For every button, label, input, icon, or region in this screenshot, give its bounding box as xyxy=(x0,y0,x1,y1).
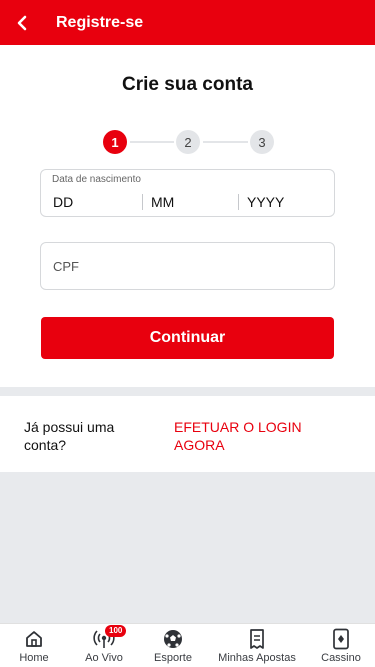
nav-label: Home xyxy=(19,652,49,664)
casino-card-icon xyxy=(332,628,350,650)
login-prompt: Já possui uma conta? EFETUAR O LOGIN AGO… xyxy=(0,396,375,472)
nav-label: Cassino xyxy=(321,652,361,664)
nav-label: Ao Vivo xyxy=(85,652,123,664)
nav-label: Esporte xyxy=(154,652,192,664)
stepper: 1 2 3 xyxy=(0,130,375,154)
soccer-ball-icon xyxy=(162,628,184,650)
date-divider xyxy=(238,194,239,210)
bottom-nav: Home 100 Ao Vivo Esporte Minhas Apostas … xyxy=(0,623,375,667)
cpf-input[interactable]: CPF xyxy=(40,242,335,290)
year-input[interactable]: YYYY xyxy=(247,194,284,210)
nav-label: Minhas Apostas xyxy=(218,652,296,664)
page-title: Crie sua conta xyxy=(122,74,253,95)
signup-card: Crie sua conta 1 2 3 Data de nascimento … xyxy=(0,45,375,387)
step-1-indicator: 1 xyxy=(103,130,127,154)
nav-item-ao-vivo[interactable]: 100 Ao Vivo xyxy=(78,624,130,667)
step-connector xyxy=(203,141,248,143)
month-input[interactable]: MM xyxy=(151,194,174,210)
nav-item-minhas-apostas[interactable]: Minhas Apostas xyxy=(214,624,300,667)
app-header: Registre-se xyxy=(0,0,375,45)
birthdate-label: Data de nascimento xyxy=(52,174,141,185)
login-question: Já possui uma conta? xyxy=(24,419,115,453)
nav-item-home[interactable]: Home xyxy=(12,624,56,667)
header-title: Registre-se xyxy=(56,13,144,31)
back-button[interactable] xyxy=(0,0,44,45)
date-divider xyxy=(142,194,143,210)
bet-slip-icon xyxy=(247,628,267,650)
continue-button[interactable]: Continuar xyxy=(41,317,334,359)
nav-item-esporte[interactable]: Esporte xyxy=(150,624,196,667)
login-link[interactable]: EFETUAR O LOGIN AGORA xyxy=(174,418,324,454)
live-count-badge: 100 xyxy=(105,625,127,637)
back-arrow-icon xyxy=(17,15,27,30)
day-input[interactable]: DD xyxy=(53,194,73,210)
nav-item-cassino[interactable]: Cassino xyxy=(318,624,364,667)
step-2-indicator: 2 xyxy=(176,130,200,154)
birthdate-field: Data de nascimento DD MM YYYY xyxy=(40,169,335,217)
home-icon xyxy=(24,628,44,650)
live-broadcast-icon: 100 xyxy=(93,625,127,650)
step-connector xyxy=(130,141,174,143)
step-3-indicator: 3 xyxy=(250,130,274,154)
